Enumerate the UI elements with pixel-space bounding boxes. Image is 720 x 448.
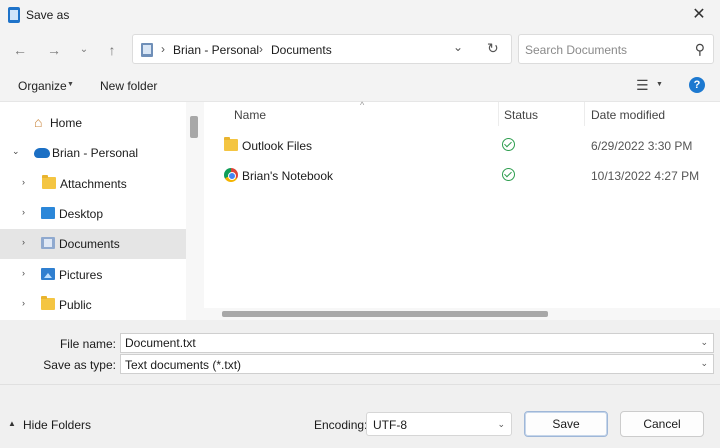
organize-menu-button[interactable]: Organize (18, 79, 67, 93)
sidebar-item-pictures[interactable]: › Pictures (0, 260, 186, 290)
pictures-icon (41, 268, 55, 280)
column-header-date-modified[interactable]: Date modified (591, 108, 665, 122)
chevron-down-icon: ⌄ (453, 40, 464, 54)
sidebar-item-public[interactable]: › Public (0, 290, 186, 320)
title-bar: Save as ✕ (0, 0, 720, 30)
navigation-bar: ← → ⌄ ↑ › Brian - Personal › Documents ⌄… (0, 30, 720, 70)
caret-up-icon: ▲ (8, 419, 16, 428)
save-as-type-label: Save as type: (43, 358, 116, 372)
file-name-field[interactable]: ⌄ (120, 333, 714, 353)
window-title: Save as (26, 8, 70, 22)
address-history-dropdown[interactable]: ⌄ (453, 40, 463, 54)
breadcrumb-separator-icon: › (161, 42, 165, 56)
documents-icon (41, 237, 55, 249)
file-name-label: File name: (59, 337, 116, 351)
chevron-down-icon: ⌄ (79, 44, 89, 55)
desktop-icon (41, 207, 55, 219)
file-date-modified: 10/13/2022 4:27 PM (591, 169, 700, 183)
chevron-right-icon: › (22, 177, 25, 187)
sidebar-item-desktop[interactable]: › Desktop (0, 199, 186, 229)
search-icon[interactable]: ⚲ (695, 41, 705, 58)
forward-button[interactable]: → (44, 40, 64, 60)
column-header-status[interactable]: Status (504, 108, 538, 122)
save-as-type-select[interactable]: Text documents (*.txt) ⌄ (120, 354, 714, 374)
column-divider[interactable] (584, 102, 585, 126)
onedrive-cloud-icon (34, 148, 50, 158)
close-button[interactable]: ✕ (688, 4, 710, 26)
folder-icon (41, 296, 55, 310)
encoding-value: UTF-8 (373, 418, 407, 432)
arrow-up-icon: ↑ (108, 42, 116, 58)
encoding-label: Encoding: (314, 418, 368, 432)
documents-icon (141, 43, 153, 57)
command-bar: Organize ▼ New folder ☰ ▼ ? (0, 70, 720, 102)
chevron-right-icon: › (22, 207, 25, 217)
encoding-select[interactable]: UTF-8 ⌄ (366, 412, 512, 436)
navigation-pane: ⌂ Home ⌄ Brian - Personal › Attachments … (0, 102, 186, 320)
sidebar-item-label: Public (59, 298, 92, 312)
chrome-icon (224, 168, 238, 182)
folder-icon (42, 175, 56, 189)
help-icon[interactable]: ? (689, 77, 705, 93)
close-icon: ✕ (692, 6, 706, 23)
chevron-down-icon: ⌄ (497, 419, 505, 429)
refresh-icon: ↻ (487, 40, 499, 56)
search-input[interactable] (525, 41, 685, 59)
address-bar[interactable]: › Brian - Personal › Documents ⌄ ↻ (132, 34, 512, 64)
file-name: Outlook Files (242, 139, 313, 153)
table-row[interactable]: Brian's Notebook 10/13/2022 4:27 PM (204, 161, 720, 191)
caret-down-icon: ▼ (67, 81, 74, 88)
sidebar-item-label: Brian - Personal (52, 146, 139, 160)
chevron-right-icon: › (22, 268, 25, 278)
sidebar-item-brian-personal[interactable]: ⌄ Brian - Personal (0, 138, 186, 168)
sidebar-item-label: Pictures (59, 268, 103, 282)
file-date-modified: 6/29/2022 3:30 PM (591, 139, 693, 153)
column-header-name[interactable]: Name (234, 108, 266, 122)
sidebar-item-label: Home (50, 116, 83, 130)
up-button[interactable]: ↑ (102, 40, 122, 60)
home-icon: ⌂ (34, 114, 43, 130)
chevron-down-icon: ⌄ (12, 146, 20, 156)
sidebar-scrollbar-thumb[interactable] (190, 116, 198, 138)
sidebar-item-attachments[interactable]: › Attachments (0, 169, 186, 199)
horizontal-scrollbar-thumb[interactable] (222, 311, 548, 317)
sidebar-item-label: Attachments (60, 177, 127, 191)
synced-status-icon (502, 138, 515, 151)
column-divider[interactable] (498, 102, 499, 126)
chevron-down-icon[interactable]: ⌄ (700, 358, 708, 369)
sidebar-item-label: Desktop (59, 207, 104, 221)
save-as-type-value: Text documents (*.txt) (125, 358, 242, 372)
sidebar-item-documents[interactable]: › Documents (0, 229, 186, 259)
sidebar-item-label: Documents (59, 237, 120, 251)
arrow-left-icon: ← (13, 42, 27, 58)
file-name-input[interactable] (125, 336, 685, 350)
file-list: ^ Name Status Date modified Outlook File… (204, 100, 720, 320)
breadcrumb-separator-icon: › (259, 42, 263, 56)
sort-ascending-icon: ^ (360, 100, 365, 110)
synced-status-icon (502, 168, 515, 181)
breadcrumb-brian-personal[interactable]: Brian - Personal (173, 43, 259, 57)
footer-divider (0, 384, 720, 385)
chevron-right-icon: › (22, 298, 25, 308)
search-box[interactable]: ⚲ (518, 34, 714, 64)
caret-down-icon: ▼ (656, 81, 663, 88)
sidebar-item-home[interactable]: ⌂ Home (0, 108, 186, 138)
back-button[interactable]: ← (10, 40, 30, 60)
notepad-app-icon (8, 7, 20, 23)
save-button[interactable]: Save (524, 411, 608, 437)
recent-locations-button[interactable]: ⌄ (74, 40, 94, 60)
chevron-right-icon: › (22, 237, 25, 247)
refresh-button[interactable]: ↻ (487, 40, 499, 57)
breadcrumb-documents[interactable]: Documents (271, 43, 332, 57)
folder-icon (224, 137, 238, 151)
list-view-icon: ☰ (636, 77, 649, 93)
hide-folders-button[interactable]: Hide Folders (23, 418, 91, 432)
cancel-button[interactable]: Cancel (620, 411, 704, 437)
arrow-right-icon: → (47, 42, 61, 58)
new-folder-button[interactable]: New folder (100, 79, 157, 93)
view-options-button[interactable]: ☰ (636, 77, 649, 94)
chevron-down-icon[interactable]: ⌄ (700, 337, 708, 348)
table-row[interactable]: Outlook Files 6/29/2022 3:30 PM (204, 131, 720, 161)
file-name: Brian's Notebook (242, 169, 334, 183)
